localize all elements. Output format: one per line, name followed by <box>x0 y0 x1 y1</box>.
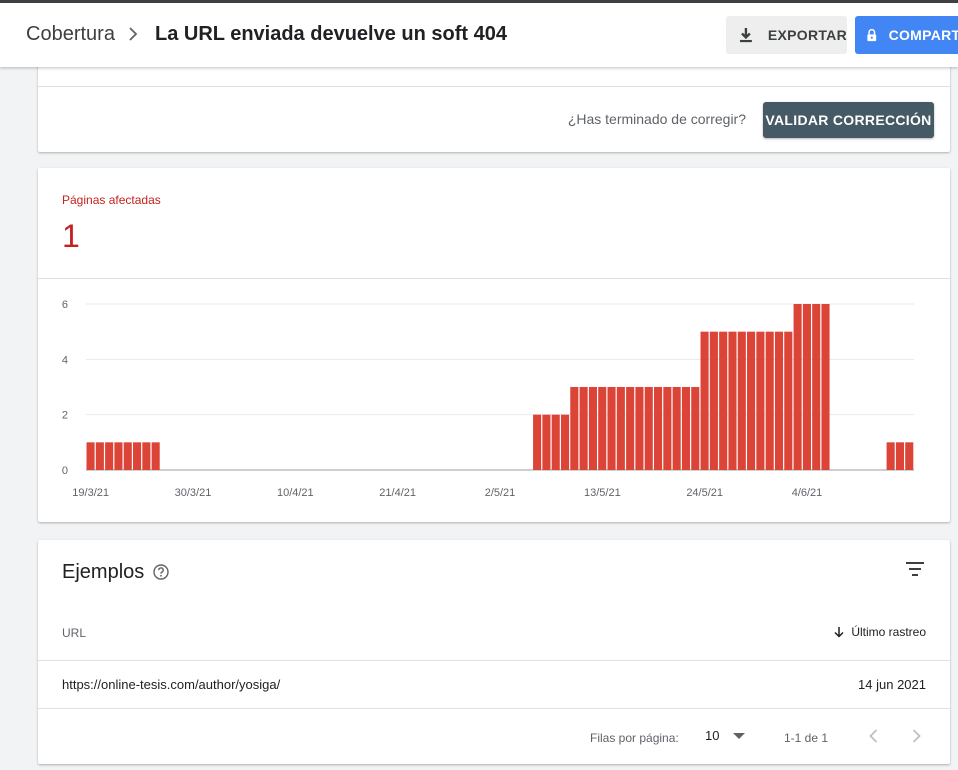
x-tick-label: 2/5/21 <box>485 487 516 499</box>
y-tick-label: 6 <box>62 299 68 311</box>
chart-bar[interactable] <box>560 414 570 470</box>
page-title: La URL enviada devuelve un soft 404 <box>155 23 507 45</box>
previous-page-icon[interactable] <box>864 726 884 746</box>
share-button-label: COMPARTIR <box>888 27 958 43</box>
affected-pages-label: Páginas afectadas <box>62 193 161 207</box>
examples-card: Ejemplos URL Último rastreo https://onli… <box>38 540 950 764</box>
chart-bar[interactable] <box>598 387 607 470</box>
chart-bar[interactable] <box>905 442 914 470</box>
chart-bar[interactable] <box>802 304 811 470</box>
last-crawl-label: Último rastreo <box>851 625 926 639</box>
chart-bar[interactable] <box>551 414 560 470</box>
chart-bar[interactable] <box>886 442 895 470</box>
chart-bar[interactable] <box>533 414 542 470</box>
chart-bar[interactable] <box>579 387 588 470</box>
affected-pages-card: Páginas afectadas 1 0 2 4 6 19/3/21 30/3/21 10… <box>38 168 950 522</box>
chart-bar[interactable] <box>635 387 644 470</box>
rows-per-page-select[interactable]: 10 <box>705 728 746 743</box>
pagination-range: 1-1 de 1 <box>784 731 829 745</box>
chart-bar[interactable] <box>895 442 904 470</box>
validation-question: ¿Has terminado de corregir? <box>567 111 746 127</box>
chart-bar[interactable] <box>672 387 681 470</box>
chart-bar[interactable] <box>105 442 114 470</box>
chart-bar[interactable] <box>812 304 821 470</box>
share-button[interactable]: COMPARTIR <box>855 16 958 54</box>
chart-bar[interactable] <box>588 387 597 470</box>
y-tick-label: 0 <box>62 465 68 477</box>
chart-bar[interactable] <box>151 442 160 470</box>
chart-bar[interactable] <box>644 387 653 470</box>
x-tick-label: 10/4/21 <box>277 487 314 499</box>
validate-fix-button[interactable]: VALIDAR CORRECCIÓN <box>763 102 934 138</box>
x-tick-label: 13/5/21 <box>584 487 621 499</box>
table-row-url[interactable]: https://online-tesis.com/author/yosiga/ <box>62 677 280 692</box>
x-tick-label: 19/3/21 <box>72 487 109 499</box>
dropdown-arrow-icon <box>733 732 746 739</box>
x-tick-label: 4/6/21 <box>792 487 823 499</box>
chart-bar[interactable] <box>821 304 830 470</box>
validation-card: ¿Has terminado de corregir? VALIDAR CORR… <box>38 60 950 152</box>
chart-bar[interactable] <box>114 442 123 470</box>
chart-bar[interactable] <box>142 442 151 470</box>
chart-bar[interactable] <box>719 331 728 470</box>
arrow-down-icon <box>834 627 844 638</box>
lock-icon <box>867 28 877 42</box>
chart-bar[interactable] <box>793 304 802 470</box>
chart-bar[interactable] <box>95 442 104 470</box>
y-tick-label: 2 <box>62 410 68 422</box>
chart-bar[interactable] <box>784 331 793 470</box>
rows-per-page-label: Filas por página: <box>590 731 679 745</box>
chart-bar[interactable] <box>123 442 132 470</box>
next-page-icon[interactable] <box>906 726 926 746</box>
chart-bar[interactable] <box>570 387 579 470</box>
divider <box>38 708 950 709</box>
chart-bar[interactable] <box>691 387 700 470</box>
chart-bar[interactable] <box>700 331 709 470</box>
table-row-date: 14 jun 2021 <box>858 677 926 692</box>
affected-pages-chart: 0 2 4 6 19/3/21 30/3/21 10/4/21 21/4/21 2/5/21 13… <box>62 299 914 499</box>
chart-bar[interactable] <box>542 414 551 470</box>
column-header-last-crawl[interactable]: Último rastreo <box>833 625 926 639</box>
chart-bar[interactable] <box>774 331 784 470</box>
breadcrumb-coverage-link[interactable]: Cobertura <box>26 23 115 46</box>
chart-bar[interactable] <box>654 387 663 470</box>
chart-bar[interactable] <box>681 387 691 470</box>
divider <box>38 660 950 661</box>
chart-bar[interactable] <box>756 331 765 470</box>
chart-bar[interactable] <box>663 387 672 470</box>
column-header-url: URL <box>62 626 87 640</box>
chart-bar[interactable] <box>709 331 718 470</box>
chart-bar[interactable] <box>616 387 625 470</box>
chart-bar[interactable] <box>737 331 746 470</box>
chart-bar[interactable] <box>133 442 142 470</box>
help-icon[interactable] <box>152 563 170 581</box>
x-tick-label: 30/3/21 <box>175 487 212 499</box>
chart-bar[interactable] <box>607 387 616 470</box>
download-icon <box>739 28 752 43</box>
divider <box>38 86 950 87</box>
chart-bar[interactable] <box>86 442 95 470</box>
filter-icon[interactable] <box>904 558 926 580</box>
y-tick-label: 4 <box>62 354 68 366</box>
x-tick-label: 24/5/21 <box>686 487 723 499</box>
export-button[interactable]: EXPORTAR <box>726 16 847 54</box>
top-bar: Cobertura La URL enviada devuelve un sof… <box>0 0 958 67</box>
chart-bar[interactable] <box>626 387 635 470</box>
export-button-label: EXPORTAR <box>767 27 847 43</box>
affected-pages-value: 1 <box>62 218 80 254</box>
examples-title: Ejemplos <box>62 561 145 583</box>
chart-bar[interactable] <box>765 331 774 470</box>
chart-bar[interactable] <box>747 331 756 470</box>
chart-bar[interactable] <box>728 331 737 470</box>
rows-per-page-value: 10 <box>705 728 720 743</box>
chevron-right-icon <box>129 27 138 41</box>
x-tick-label: 21/4/21 <box>379 487 416 499</box>
